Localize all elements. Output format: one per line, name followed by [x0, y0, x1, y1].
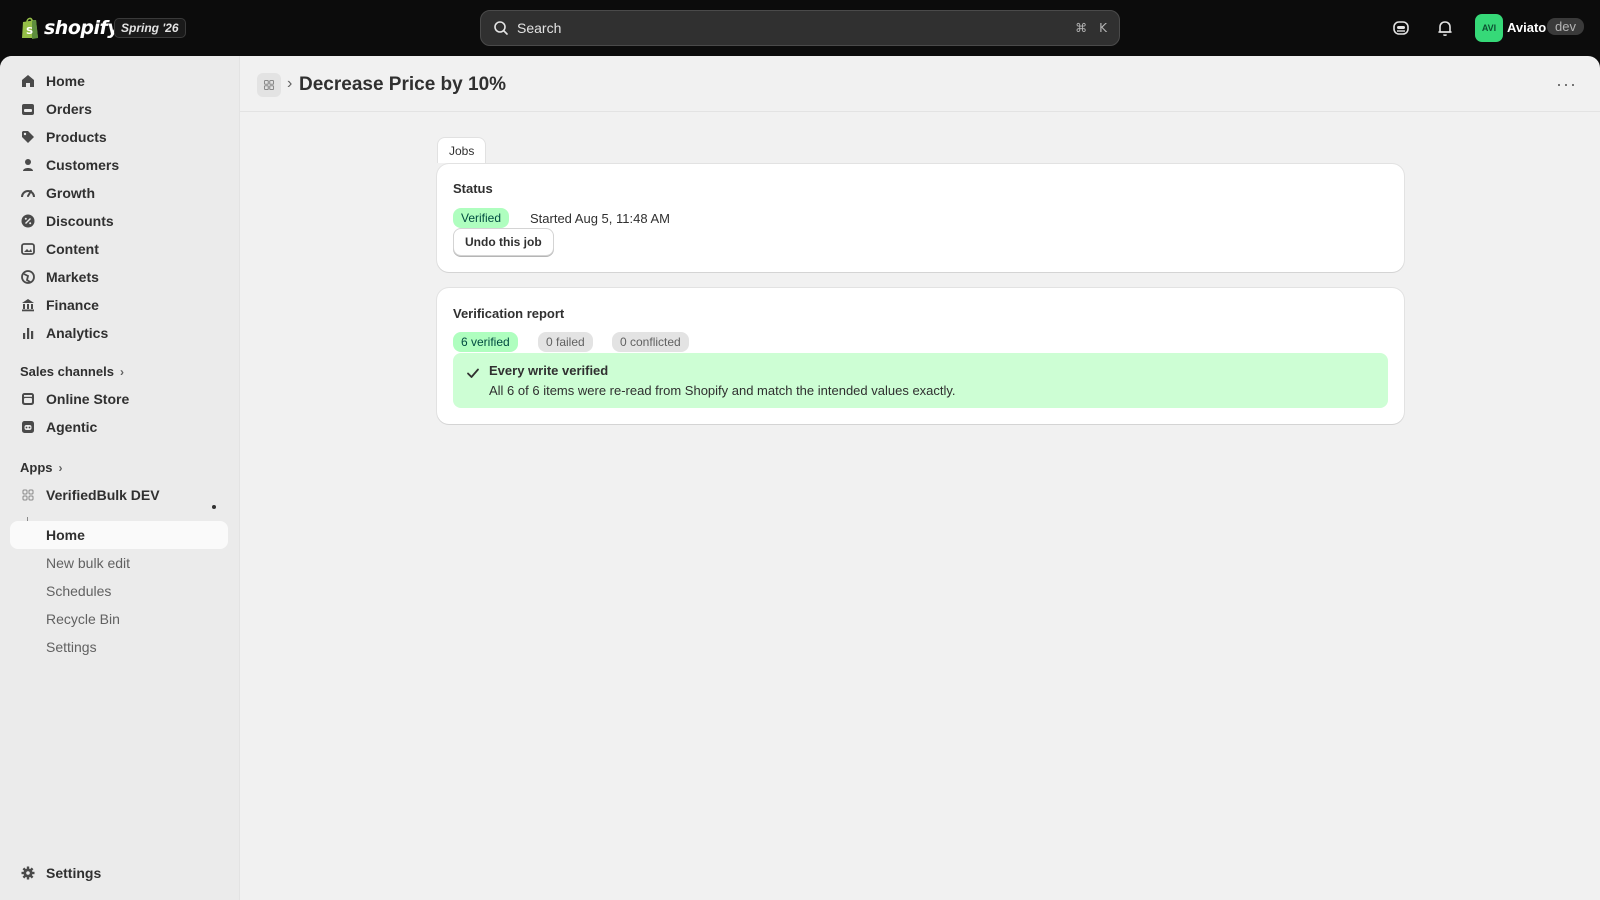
person-icon	[23, 159, 33, 171]
gear-icon	[21, 866, 35, 880]
orders-icon	[22, 104, 34, 115]
content-frame: Home Orders Products Customers Growth Di…	[0, 56, 1600, 900]
failed-count-badge: 0 failed	[538, 332, 593, 352]
sidebar-item-agentic[interactable]: Agentic	[10, 413, 228, 441]
sidebar-item-customers[interactable]: Customers	[10, 151, 228, 179]
banner-title: Every write verified	[489, 363, 609, 378]
sidebar-item-home[interactable]: Home	[10, 67, 228, 95]
shortcut-key: K	[1099, 21, 1107, 35]
sidekick-icon[interactable]	[1391, 18, 1411, 38]
page-title: Decrease Price by 10%	[299, 74, 507, 95]
success-banner: Every write verified All 6 of 6 items we…	[453, 353, 1388, 408]
app-subitem-home[interactable]: Home	[10, 521, 228, 549]
sidebar-item-label: Online Store	[46, 391, 130, 407]
sidebar-item-label: Analytics	[46, 325, 109, 341]
sidebar-item-label: Customers	[46, 157, 120, 173]
sidebar-item-finance[interactable]: Finance	[10, 291, 228, 319]
shortcut-cmd: ⌘	[1075, 21, 1088, 35]
chevron-right-icon: ›	[58, 460, 63, 475]
pin-indicator	[212, 505, 216, 509]
store-icon	[22, 393, 34, 405]
avatar[interactable]: AVI	[1475, 14, 1503, 42]
sidebar-item-label: VerifiedBulk DEV	[46, 487, 160, 503]
app-subitem-schedules[interactable]: Schedules	[10, 577, 228, 605]
brand-wordmark: shopify	[44, 17, 120, 39]
home-icon	[22, 75, 34, 87]
section-label: Sales channels	[20, 364, 114, 379]
status-card: Status Verified Started Aug 5, 11:48 AM …	[437, 164, 1404, 272]
sidebar-item-label: Settings	[46, 865, 102, 881]
verification-report-card: Verification report 6 verified 0 failed …	[437, 288, 1404, 424]
breadcrumb-separator: ›	[287, 75, 293, 92]
main-content: › Decrease Price by 10% ··· Jobs Status …	[240, 56, 1600, 900]
status-badge: Verified	[453, 208, 510, 228]
search-icon	[494, 21, 508, 35]
sidebar-item-label: Growth	[46, 185, 95, 201]
svg-text:S: S	[26, 26, 33, 37]
sidebar-item-label: Markets	[46, 269, 99, 285]
search-bar[interactable]: Search ⌘ K	[480, 10, 1120, 46]
store-tag: dev	[1547, 18, 1584, 35]
top-bar: S shopify Spring '26 Search ⌘ K AVI Avia…	[0, 0, 1600, 56]
sidebar-item-label: Discounts	[46, 213, 114, 229]
undo-job-button[interactable]: Undo this job	[453, 228, 554, 256]
agent-icon	[22, 421, 34, 433]
sidebar-item-label: Orders	[46, 101, 92, 117]
started-timestamp: Started Aug 5, 11:48 AM	[530, 211, 670, 226]
sidebar-item-analytics[interactable]: Analytics	[10, 319, 228, 347]
image-icon	[21, 243, 35, 255]
verified-count-badge: 6 verified	[453, 332, 518, 352]
app-grid-icon	[263, 79, 275, 91]
section-label: Apps	[20, 460, 53, 475]
shopify-bag-icon: S	[22, 17, 38, 39]
sidebar-item-label: Content	[46, 241, 99, 257]
sidebar-item-label: Agentic	[46, 419, 98, 435]
sidebar-item-markets[interactable]: Markets	[10, 263, 228, 291]
bell-icon[interactable]	[1435, 18, 1455, 38]
store-name[interactable]: Aviato	[1507, 20, 1546, 35]
app-subitem-new-bulk-edit[interactable]: New bulk edit	[10, 549, 228, 577]
sidebar-item-settings[interactable]: Settings	[10, 859, 228, 887]
globe-icon	[21, 270, 35, 284]
app-home-button[interactable]	[257, 73, 281, 97]
sidebar-item-label: Home	[46, 73, 85, 89]
conflicted-count-badge: 0 conflicted	[612, 332, 689, 352]
checkmark-icon	[467, 368, 479, 378]
sidebar: Home Orders Products Customers Growth Di…	[0, 56, 240, 900]
more-actions-button[interactable]: ···	[1556, 74, 1577, 95]
discount-icon	[21, 214, 35, 228]
sidebar-item-label: Finance	[46, 297, 99, 313]
report-card-title: Verification report	[453, 306, 565, 321]
sidebar-item-online-store[interactable]: Online Store	[10, 385, 228, 413]
banner-body: All 6 of 6 items were re-read from Shopi…	[489, 383, 956, 398]
app-subitem-settings[interactable]: Settings	[10, 633, 228, 661]
page-header: › Decrease Price by 10% ···	[240, 56, 1600, 112]
tab-jobs[interactable]: Jobs	[437, 137, 487, 163]
apps-header[interactable]: Apps ›	[20, 460, 63, 475]
search-input[interactable]: Search	[517, 20, 1063, 36]
gauge-icon	[21, 190, 35, 198]
edition-badge[interactable]: Spring '26	[114, 18, 186, 38]
status-card-title: Status	[453, 181, 493, 196]
sidebar-item-growth[interactable]: Growth	[10, 179, 228, 207]
sales-channels-header[interactable]: Sales channels ›	[20, 364, 124, 379]
sidebar-item-products[interactable]: Products	[10, 123, 228, 151]
sidebar-item-verifiedbulk[interactable]: VerifiedBulk DEV	[10, 481, 228, 509]
tag-icon	[22, 131, 34, 143]
app-grid-icon	[22, 489, 34, 501]
sidebar-item-orders[interactable]: Orders	[10, 95, 228, 123]
chart-icon	[23, 328, 34, 339]
app-subitem-recycle-bin[interactable]: Recycle Bin	[10, 605, 228, 633]
bank-icon	[22, 299, 34, 312]
shopify-logo[interactable]: S shopify	[20, 14, 120, 42]
sidebar-item-content[interactable]: Content	[10, 235, 228, 263]
sidebar-item-label: Products	[46, 129, 107, 145]
chevron-right-icon: ›	[119, 364, 124, 379]
sidebar-item-discounts[interactable]: Discounts	[10, 207, 228, 235]
